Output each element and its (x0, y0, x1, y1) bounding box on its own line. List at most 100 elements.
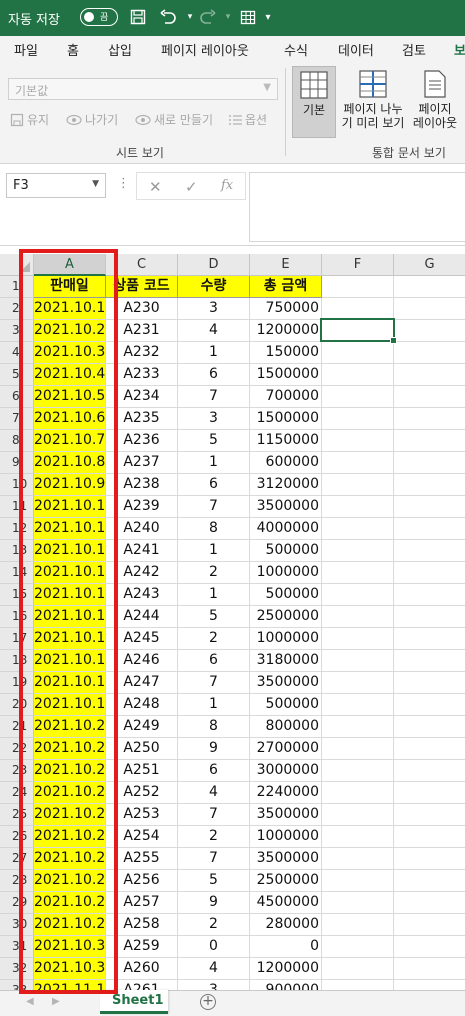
cell-quantity[interactable]: 1 (178, 342, 250, 364)
cell-quantity[interactable]: 1 (178, 584, 250, 606)
cell-total-amount[interactable]: 500000 (250, 540, 322, 562)
cell-empty[interactable] (322, 672, 394, 694)
cell-empty[interactable] (394, 782, 465, 804)
cell-empty[interactable] (394, 980, 465, 990)
enter-icon[interactable]: ✓ (185, 178, 198, 196)
cell-empty[interactable] (394, 496, 465, 518)
tab-view[interactable]: 보 (454, 40, 465, 59)
header-cell-qty[interactable]: 수량 (178, 276, 250, 298)
tab-home[interactable]: 홈 (67, 40, 79, 59)
cell-quantity[interactable]: 3 (178, 980, 250, 990)
cell-total-amount[interactable]: 500000 (250, 694, 322, 716)
cell-empty[interactable] (322, 562, 394, 584)
cell-total-amount[interactable]: 1000000 (250, 628, 322, 650)
cancel-icon[interactable]: ✕ (149, 178, 162, 196)
cell-quantity[interactable]: 5 (178, 430, 250, 452)
cell-empty[interactable] (394, 628, 465, 650)
cell-quantity[interactable]: 1 (178, 540, 250, 562)
cell-empty[interactable] (394, 848, 465, 870)
cell-quantity[interactable]: 7 (178, 804, 250, 826)
cell-empty[interactable] (394, 826, 465, 848)
cell-empty[interactable] (394, 738, 465, 760)
cell-empty[interactable] (322, 782, 394, 804)
cell-empty[interactable] (322, 958, 394, 980)
name-box[interactable]: F3 ▼ (6, 173, 106, 198)
cell-total-amount[interactable]: 2500000 (250, 606, 322, 628)
formula-input[interactable] (249, 172, 465, 242)
cell-total-amount[interactable]: 150000 (250, 342, 322, 364)
cell-empty[interactable] (394, 342, 465, 364)
cell-total-amount[interactable]: 3500000 (250, 848, 322, 870)
active-cell-selection[interactable] (320, 318, 397, 344)
cell-empty[interactable] (322, 518, 394, 540)
page-layout-view-button[interactable]: 페이지 레이아웃 (410, 66, 460, 138)
scroll-left-icon[interactable]: ◀ (26, 996, 34, 1007)
cell-empty[interactable] (394, 694, 465, 716)
cell-quantity[interactable]: 7 (178, 672, 250, 694)
cell-total-amount[interactable]: 3180000 (250, 650, 322, 672)
cell-empty[interactable] (394, 386, 465, 408)
cell-empty[interactable] (322, 650, 394, 672)
cell-total-amount[interactable]: 900000 (250, 980, 322, 990)
cell-empty[interactable] (322, 364, 394, 386)
cell-total-amount[interactable]: 800000 (250, 716, 322, 738)
column-header-f[interactable]: F (322, 254, 394, 276)
cell-quantity[interactable]: 5 (178, 870, 250, 892)
add-sheet-icon[interactable]: + (200, 994, 216, 1010)
tab-review[interactable]: 검토 (402, 40, 426, 59)
cell-total-amount[interactable]: 4000000 (250, 518, 322, 540)
cell-empty[interactable] (322, 936, 394, 958)
cell-quantity[interactable]: 5 (178, 606, 250, 628)
normal-view-button[interactable]: 기본 (292, 66, 336, 138)
cell-total-amount[interactable]: 3120000 (250, 474, 322, 496)
cell-empty[interactable] (322, 606, 394, 628)
cell-empty[interactable] (394, 650, 465, 672)
cell-quantity[interactable]: 1 (178, 694, 250, 716)
cell-total-amount[interactable]: 500000 (250, 584, 322, 606)
cell-quantity[interactable]: 3 (178, 298, 250, 320)
cell-quantity[interactable]: 0 (178, 936, 250, 958)
cell-quantity[interactable]: 9 (178, 738, 250, 760)
cell-empty[interactable] (394, 320, 465, 342)
cell-empty[interactable] (322, 386, 394, 408)
cell-empty[interactable] (394, 518, 465, 540)
cell-empty[interactable] (322, 826, 394, 848)
cell-quantity[interactable]: 7 (178, 496, 250, 518)
cell-empty[interactable] (394, 474, 465, 496)
cell-total-amount[interactable]: 3500000 (250, 804, 322, 826)
cell-quantity[interactable]: 4 (178, 958, 250, 980)
chevron-down-icon[interactable]: ▼ (92, 179, 99, 189)
tab-formulas[interactable]: 수식 (284, 40, 308, 59)
cell-empty[interactable] (394, 716, 465, 738)
cell-total-amount[interactable]: 750000 (250, 298, 322, 320)
header-cell-total[interactable]: 총 금액 (250, 276, 322, 298)
cell-empty[interactable] (322, 914, 394, 936)
column-header-e[interactable]: E (250, 254, 322, 276)
tab-data[interactable]: 데이터 (338, 40, 374, 59)
cell-empty[interactable] (394, 870, 465, 892)
cell-empty[interactable] (394, 364, 465, 386)
scroll-right-icon[interactable]: ▶ (52, 996, 60, 1007)
cell-empty[interactable] (322, 430, 394, 452)
cell-empty[interactable] (322, 848, 394, 870)
cell-empty[interactable] (394, 408, 465, 430)
cell-empty[interactable] (394, 276, 465, 298)
more-options-icon[interactable]: ⋮ (117, 176, 130, 191)
cell-empty[interactable] (394, 672, 465, 694)
cell-quantity[interactable]: 2 (178, 826, 250, 848)
tab-insert[interactable]: 삽입 (108, 40, 132, 59)
cell-quantity[interactable]: 4 (178, 782, 250, 804)
cell-empty[interactable] (322, 342, 394, 364)
cell-quantity[interactable]: 3 (178, 408, 250, 430)
cell-empty[interactable] (394, 892, 465, 914)
cell-empty[interactable] (322, 496, 394, 518)
cell-empty[interactable] (394, 452, 465, 474)
cell-empty[interactable] (322, 870, 394, 892)
cell-quantity[interactable]: 9 (178, 892, 250, 914)
tab-file[interactable]: 파일 (14, 40, 38, 59)
cell-quantity[interactable]: 6 (178, 760, 250, 782)
cell-empty[interactable] (322, 980, 394, 990)
page-break-preview-button[interactable]: 페이지 나누 기 미리 보기 (338, 66, 408, 138)
autosave-toggle[interactable]: 끔 (80, 8, 118, 26)
cell-total-amount[interactable]: 2240000 (250, 782, 322, 804)
